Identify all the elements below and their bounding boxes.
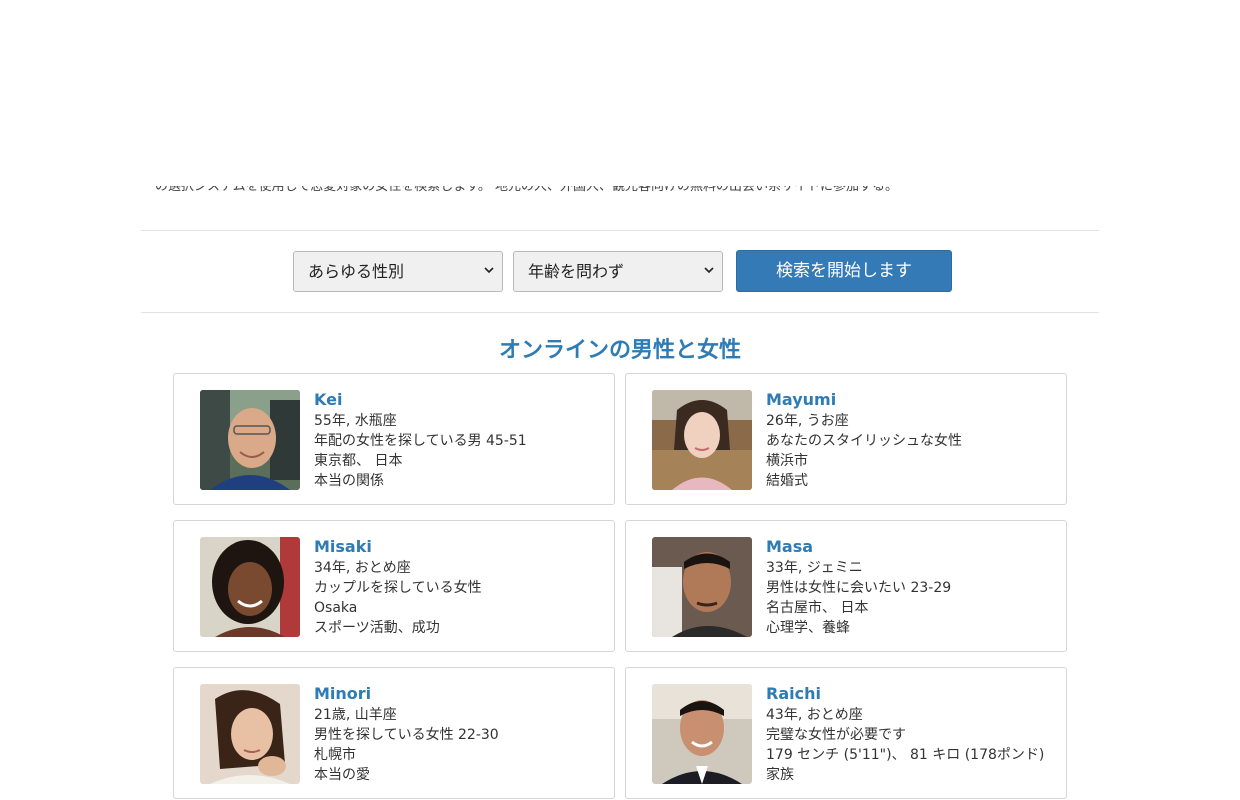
profile-age-sign: 55年, 水瓶座	[314, 413, 397, 429]
profile-seeking: あなたのスタイリッシュな女性	[766, 433, 962, 449]
profile-card-minori[interactable]: Minori 21歳, 山羊座 男性を探している女性 22-30 札幌市 本当の…	[173, 667, 615, 799]
divider-bottom	[141, 312, 1099, 313]
chevron-down-icon	[484, 267, 494, 274]
profile-name[interactable]: Masa	[766, 537, 1061, 557]
profile-photo-masa[interactable]	[652, 537, 752, 637]
profile-photo-raichi[interactable]	[652, 684, 752, 784]
profile-photo-misaki[interactable]	[200, 537, 300, 637]
profile-seeking: 完璧な女性が必要です	[766, 727, 906, 743]
profile-photo-mayumi[interactable]	[652, 390, 752, 490]
profile-name[interactable]: Misaki	[314, 537, 609, 557]
profile-seeking: 男性は女性に会いたい 23-29	[766, 580, 952, 596]
profile-interest: 心理学、養蜂	[766, 620, 850, 636]
profile-info: Raichi 43年, おとめ座 完璧な女性が必要です 179 センチ (5'1…	[766, 684, 1061, 785]
age-select[interactable]: 年齢を問わず	[513, 251, 723, 292]
profile-age-sign: 34年, おとめ座	[314, 560, 411, 576]
profile-card-kei[interactable]: Kei 55年, 水瓶座 年配の女性を探している男 45-51 東京都、 日本 …	[173, 373, 615, 505]
chevron-down-icon	[704, 267, 714, 274]
profile-location: 横浜市	[766, 453, 808, 469]
profile-name[interactable]: Mayumi	[766, 390, 1061, 410]
profile-interest: 本当の関係	[314, 473, 384, 489]
profile-info: Misaki 34年, おとめ座 カップルを探している女性 Osaka スポーツ…	[314, 537, 609, 638]
age-select-value: 年齢を問わず	[528, 262, 625, 281]
profile-location: 名古屋市、 日本	[766, 600, 869, 616]
profile-seeking: 年配の女性を探している男 45-51	[314, 433, 527, 449]
profile-photo-kei[interactable]	[200, 390, 300, 490]
start-search-button[interactable]: 検索を開始します	[736, 250, 952, 292]
profile-interest: スポーツ活動、成功	[314, 620, 440, 636]
profile-info: Minori 21歳, 山羊座 男性を探している女性 22-30 札幌市 本当の…	[314, 684, 609, 785]
profile-card-misaki[interactable]: Misaki 34年, おとめ座 カップルを探している女性 Osaka スポーツ…	[173, 520, 615, 652]
profile-info: Masa 33年, ジェミニ 男性は女性に会いたい 23-29 名古屋市、 日本…	[766, 537, 1061, 638]
divider-top	[141, 230, 1099, 231]
section-title: オンラインの男性と女性	[498, 338, 741, 363]
profile-info: Kei 55年, 水瓶座 年配の女性を探している男 45-51 東京都、 日本 …	[314, 390, 609, 491]
profile-location: 東京都、 日本	[314, 453, 403, 469]
profile-age-sign: 43年, おとめ座	[766, 707, 863, 723]
profile-name[interactable]: Minori	[314, 684, 609, 704]
profile-interest: 本当の愛	[314, 767, 370, 783]
profile-seeking: カップルを探している女性	[314, 580, 482, 596]
profile-info: Mayumi 26年, うお座 あなたのスタイリッシュな女性 横浜市 結婚式	[766, 390, 1061, 491]
profile-location: 179 センチ (5'11")、 81 キロ (178ポンド)	[766, 747, 1045, 763]
profile-photo-minori[interactable]	[200, 684, 300, 784]
profile-age-sign: 33年, ジェミニ	[766, 560, 863, 576]
profile-age-sign: 21歳, 山羊座	[314, 707, 397, 723]
profile-name[interactable]: Kei	[314, 390, 609, 410]
profile-location: 札幌市	[314, 747, 356, 763]
intro-text: の選択システムを使用して恋愛対象の女性を検索します。 地元の人、外国人、観光客向…	[155, 186, 899, 194]
gender-select[interactable]: あらゆる性別	[293, 251, 503, 292]
gender-select-value: あらゆる性別	[308, 262, 405, 281]
profile-interest: 家族	[766, 767, 794, 783]
profile-card-mayumi[interactable]: Mayumi 26年, うお座 あなたのスタイリッシュな女性 横浜市 結婚式	[625, 373, 1067, 505]
profile-name[interactable]: Raichi	[766, 684, 1061, 704]
profile-card-masa[interactable]: Masa 33年, ジェミニ 男性は女性に会いたい 23-29 名古屋市、 日本…	[625, 520, 1067, 652]
profile-location: Osaka	[314, 600, 358, 616]
profile-interest: 結婚式	[766, 473, 808, 489]
profile-seeking: 男性を探している女性 22-30	[314, 727, 499, 743]
profile-card-raichi[interactable]: Raichi 43年, おとめ座 完璧な女性が必要です 179 センチ (5'1…	[625, 667, 1067, 799]
profile-age-sign: 26年, うお座	[766, 413, 849, 429]
